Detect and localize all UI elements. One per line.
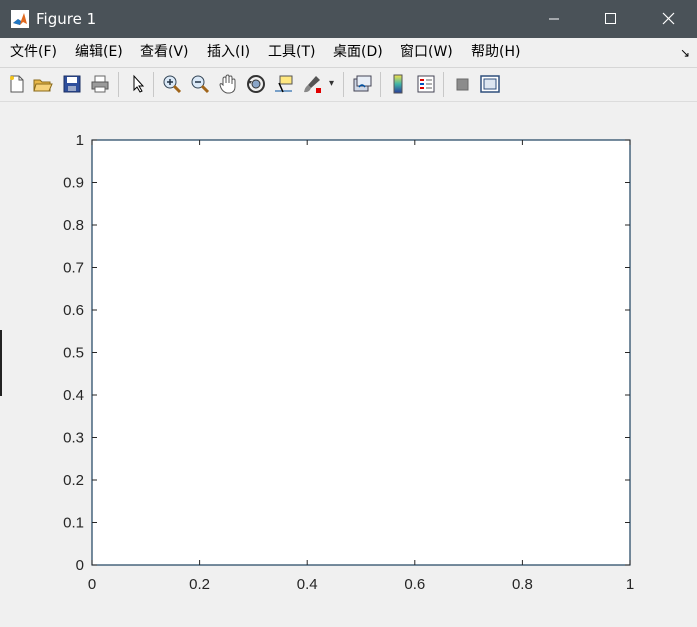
brush-dropdown-icon[interactable]: ▾ — [329, 78, 334, 89]
insert-colorbar-icon[interactable] — [387, 73, 409, 95]
minimize-button[interactable] — [526, 0, 584, 38]
y-tick-label: 0.2 — [63, 472, 84, 489]
toolbar-separator — [118, 72, 119, 97]
axes[interactable]: 0 0.2 0.4 0.6 0.8 1 0 0.1 0.2 0.3 0.4 0.5 0.6 0.7 0.8 0… — [0, 102, 697, 623]
figure-toolbar: ▾ — [0, 68, 697, 102]
y-tick-label: 0.9 — [63, 175, 84, 192]
menu-desktop[interactable]: 桌面(D) — [333, 44, 383, 60]
print-icon[interactable] — [89, 73, 111, 95]
edit-plot-icon[interactable] — [127, 73, 149, 95]
x-tick-label: 0.4 — [297, 576, 318, 593]
link-plot-icon[interactable] — [351, 73, 373, 95]
show-plot-tools-icon[interactable] — [479, 73, 501, 95]
hide-plot-tools-icon[interactable] — [451, 73, 473, 95]
x-tick-label: 0.2 — [189, 576, 210, 593]
pan-icon[interactable] — [217, 73, 239, 95]
x-tick-label: 1 — [626, 576, 634, 593]
x-tick-label: 0 — [88, 576, 96, 593]
insert-legend-icon[interactable] — [415, 73, 437, 95]
window-title: Figure 1 — [36, 10, 97, 28]
y-tick-label: 0.8 — [63, 217, 84, 234]
title-bar[interactable]: Figure 1 — [0, 0, 697, 38]
rotate-3d-icon[interactable] — [245, 73, 267, 95]
open-file-icon[interactable] — [32, 73, 54, 95]
maximize-button[interactable] — [581, 0, 639, 38]
y-tick-label: 1 — [76, 132, 84, 149]
toolbar-separator — [443, 72, 444, 97]
y-tick-label: 0.5 — [63, 345, 84, 362]
toolbar-separator — [380, 72, 381, 97]
menu-insert[interactable]: 插入(I) — [207, 44, 250, 60]
close-button[interactable] — [639, 0, 697, 38]
brush-icon[interactable] — [301, 73, 323, 95]
window-edge — [0, 330, 2, 396]
menu-edit[interactable]: 编辑(E) — [75, 44, 123, 60]
menu-tools[interactable]: 工具(T) — [268, 44, 315, 60]
menu-file[interactable]: 文件(F) — [10, 44, 57, 60]
menu-help[interactable]: 帮助(H) — [471, 44, 520, 60]
toolbar-separator — [343, 72, 344, 97]
figure-canvas[interactable]: 0 0.2 0.4 0.6 0.8 1 0 0.1 0.2 0.3 0.4 0.5 0.6 0.7 0.8 0… — [0, 102, 697, 623]
data-cursor-icon[interactable] — [273, 73, 295, 95]
minimize-icon — [549, 18, 559, 20]
menu-window[interactable]: 窗口(W) — [400, 44, 453, 60]
zoom-out-icon[interactable] — [189, 73, 211, 95]
menu-bar: 文件(F) 编辑(E) 查看(V) 插入(I) 工具(T) 桌面(D) 窗口(W… — [0, 38, 697, 68]
zoom-in-icon[interactable] — [161, 73, 183, 95]
y-tick-label: 0.1 — [63, 515, 84, 532]
plot-area — [91, 139, 631, 566]
new-figure-icon[interactable] — [6, 73, 28, 95]
y-tick-label: 0.6 — [63, 302, 84, 319]
y-tick-label: 0 — [76, 557, 84, 574]
dock-arrow-icon[interactable]: ↘ — [680, 46, 690, 60]
y-tick-label: 0.3 — [63, 430, 84, 447]
maximize-icon — [605, 13, 616, 24]
x-tick-label: 0.8 — [512, 576, 533, 593]
menu-view[interactable]: 查看(V) — [140, 44, 189, 60]
x-tick-label: 0.6 — [404, 576, 425, 593]
y-tick-label: 0.4 — [63, 387, 84, 404]
toolbar-separator — [153, 72, 154, 97]
close-icon — [662, 12, 675, 25]
save-icon[interactable] — [61, 73, 83, 95]
y-tick-label: 0.7 — [63, 260, 84, 277]
matlab-logo-icon — [11, 10, 29, 28]
